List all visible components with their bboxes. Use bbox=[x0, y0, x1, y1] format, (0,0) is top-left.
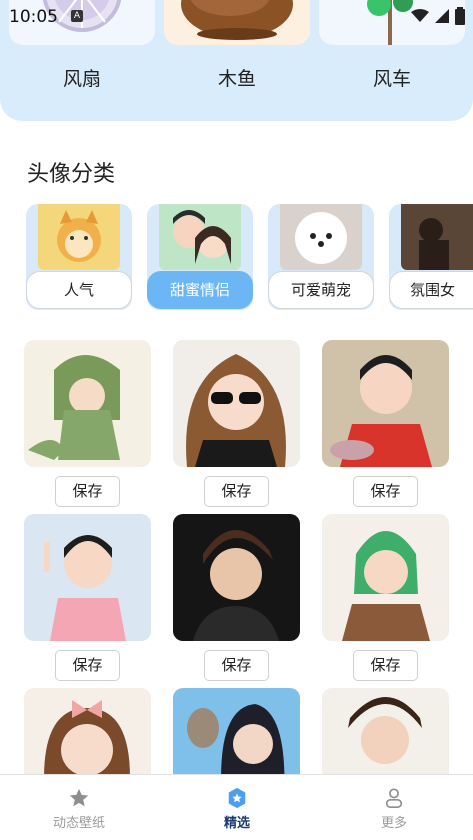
category-image bbox=[401, 204, 473, 270]
nav-label: 精选 bbox=[223, 816, 250, 831]
nav-item-featured[interactable]: 精选 bbox=[177, 787, 297, 831]
category-label: 氛围女 bbox=[389, 271, 473, 309]
avatar-item: 保存 bbox=[173, 514, 300, 681]
category-label: 甜蜜情侣 bbox=[147, 271, 253, 309]
pinwheel-label: 风车 bbox=[372, 68, 411, 90]
nav-label: 动态壁纸 bbox=[52, 816, 105, 831]
star-icon bbox=[69, 788, 89, 807]
category-image bbox=[38, 204, 120, 270]
status-time: 10:05 bbox=[9, 7, 58, 27]
avatar-image[interactable] bbox=[322, 514, 449, 641]
fan-label: 风扇 bbox=[62, 68, 101, 90]
battery-icon bbox=[455, 7, 465, 25]
nav-label: 更多 bbox=[380, 816, 407, 831]
category-image bbox=[159, 204, 241, 270]
avatar-item: 保存 bbox=[24, 340, 151, 507]
category-label: 人气 bbox=[26, 271, 132, 309]
avatar-image[interactable] bbox=[24, 514, 151, 641]
save-button[interactable]: 保存 bbox=[55, 476, 120, 507]
badge-star-icon bbox=[228, 787, 246, 809]
save-button[interactable]: 保存 bbox=[204, 650, 269, 681]
save-button[interactable]: 保存 bbox=[204, 476, 269, 507]
category-card-popular[interactable]: 人气 bbox=[26, 204, 132, 310]
category-card-couple[interactable]: 甜蜜情侣 bbox=[147, 204, 253, 310]
avatar-item: 保存 bbox=[322, 514, 449, 681]
category-image bbox=[280, 204, 362, 270]
category-card-pets[interactable]: 可爱萌宠 bbox=[268, 204, 374, 310]
section-title: 头像分类 bbox=[27, 162, 116, 187]
avatar-item: 保存 bbox=[322, 340, 449, 507]
signal-icon bbox=[435, 9, 449, 23]
avatar-item: 保存 bbox=[173, 340, 300, 507]
save-button[interactable]: 保存 bbox=[55, 650, 120, 681]
category-row: 人气 甜蜜情侣 可爱萌宠 氛围女 bbox=[0, 204, 473, 312]
avatar-image[interactable] bbox=[173, 514, 300, 641]
save-button[interactable]: 保存 bbox=[353, 650, 418, 681]
notification-a-icon: A bbox=[71, 10, 83, 22]
avatar-image[interactable] bbox=[173, 340, 300, 467]
bottom-nav: 动态壁纸 精选 更多 bbox=[0, 774, 473, 840]
avatar-item: 保存 bbox=[24, 514, 151, 681]
save-button[interactable]: 保存 bbox=[353, 476, 418, 507]
nav-item-dynamic-wallpaper[interactable]: 动态壁纸 bbox=[19, 787, 139, 831]
category-label: 可爱萌宠 bbox=[268, 271, 374, 309]
nav-item-more[interactable]: 更多 bbox=[334, 787, 454, 831]
person-icon bbox=[385, 788, 403, 808]
avatar-image[interactable] bbox=[322, 340, 449, 467]
system-icons bbox=[411, 7, 465, 25]
category-card-ambient-girl[interactable]: 氛围女 bbox=[389, 204, 473, 310]
wooden-fish-label: 木鱼 bbox=[217, 68, 256, 90]
status-bar: 10:05 A bbox=[0, 0, 473, 34]
avatar-image[interactable] bbox=[24, 340, 151, 467]
wifi-icon bbox=[411, 9, 429, 22]
